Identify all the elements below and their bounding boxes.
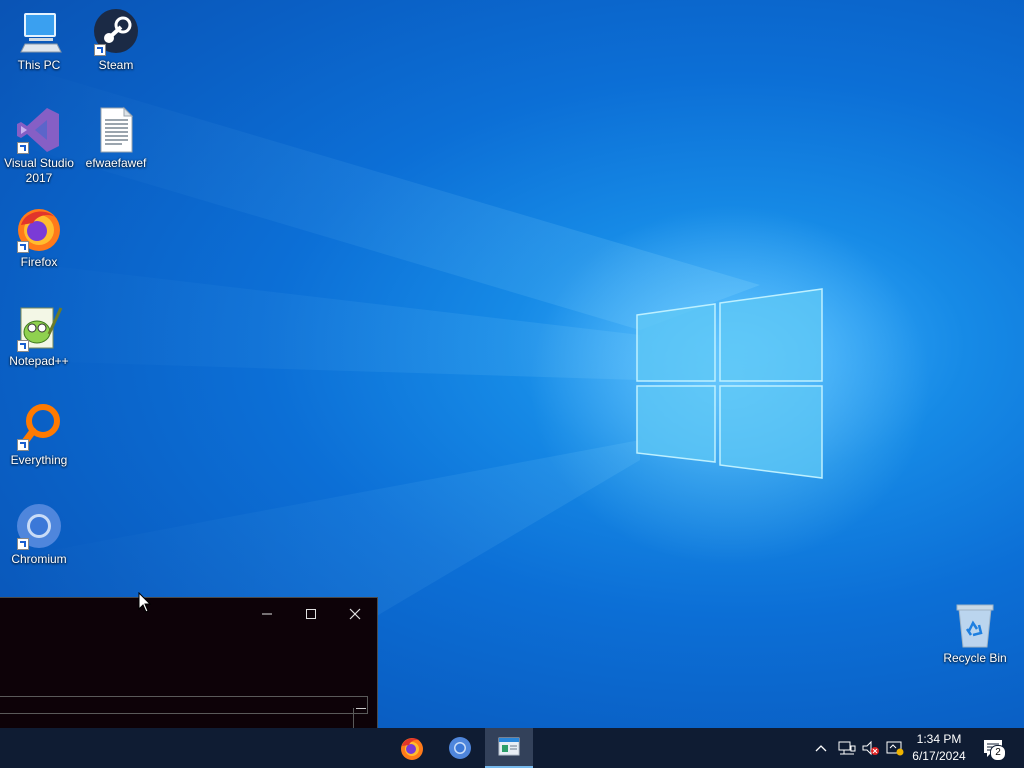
firefox-icon <box>401 738 423 760</box>
desktop-icon-label: efwaefawef <box>85 156 147 170</box>
steam-icon <box>92 8 140 56</box>
mouse-cursor-icon <box>138 592 152 613</box>
shortcut-arrow-icon <box>17 340 29 352</box>
desktop-icon-label: Everything <box>10 453 68 467</box>
desktop-icon-this-pc[interactable]: This PC <box>0 8 78 73</box>
desktop-icon-label: Steam <box>98 58 134 72</box>
volume-muted-icon <box>862 740 879 756</box>
desktop-icon-notepad-plus-plus[interactable]: Notepad++ <box>0 304 78 369</box>
desktop-icon-label: Visual Studio 2017 <box>4 156 74 185</box>
close-button[interactable] <box>333 598 377 630</box>
desktop-icon-firefox[interactable]: Firefox <box>0 205 78 270</box>
desktop-icon-label: Notepad++ <box>9 354 69 368</box>
volume-button[interactable] <box>862 740 880 760</box>
desktop-icon-chromium[interactable]: Chromium <box>0 502 78 567</box>
shortcut-arrow-icon <box>17 538 29 550</box>
desktop-icon-recycle-bin[interactable]: Recycle Bin <box>936 601 1014 666</box>
taskbar-app-window[interactable] <box>485 728 533 768</box>
windows-logo <box>636 288 823 479</box>
desktop-icon-label: This PC <box>17 58 61 72</box>
network-button[interactable] <box>838 740 856 760</box>
chromium-icon <box>15 502 63 550</box>
desktop-icon-label: Chromium <box>11 552 67 566</box>
taskbar-app-firefox[interactable] <box>388 728 436 768</box>
text-file-icon <box>92 106 140 154</box>
shortcut-arrow-icon <box>17 439 29 451</box>
shortcut-arrow-icon <box>94 44 106 56</box>
recycle-bin-icon <box>951 601 999 649</box>
taskbar-app-chromium[interactable] <box>436 728 484 768</box>
minimize-icon <box>262 613 272 615</box>
shortcut-arrow-icon <box>17 142 29 154</box>
notification-count-badge: 2 <box>990 745 1006 761</box>
maximize-icon <box>306 609 316 619</box>
action-center-warning-icon <box>886 741 904 756</box>
desktop-icon-everything[interactable]: Everything <box>0 403 78 468</box>
taskbar: 1:34 PM 6/17/2024 2 <box>0 728 1024 768</box>
desktop-icon-label: Recycle Bin <box>943 651 1007 665</box>
notepad-plus-plus-icon <box>15 304 63 352</box>
desktop-icon-label: Firefox <box>20 255 58 269</box>
clock[interactable]: 1:34 PM 6/17/2024 <box>904 731 974 765</box>
tray-overflow-button[interactable] <box>814 740 828 759</box>
desktop-icon-efwaefawef[interactable]: efwaefawef <box>77 106 155 171</box>
computer-icon <box>15 8 63 56</box>
firefox-icon <box>15 205 63 253</box>
scrollbar-thumb[interactable] <box>356 708 366 709</box>
everything-search-icon <box>15 403 63 451</box>
clock-date: 6/17/2024 <box>912 749 966 763</box>
notifications-button[interactable]: 2 <box>982 738 1006 761</box>
shortcut-arrow-icon <box>17 241 29 253</box>
clock-time: 1:34 PM <box>916 732 962 746</box>
chromium-icon <box>449 737 471 759</box>
close-icon <box>349 608 361 620</box>
visual-studio-icon <box>15 106 63 154</box>
network-icon <box>838 741 856 755</box>
desktop-icon-steam[interactable]: Steam <box>77 8 155 73</box>
window-panel <box>0 696 368 714</box>
maximize-button[interactable] <box>289 598 333 630</box>
window-app-icon <box>498 737 520 756</box>
minimize-button[interactable] <box>245 598 289 630</box>
desktop-icon-visual-studio[interactable]: Visual Studio 2017 <box>0 106 78 186</box>
chevron-up-icon <box>815 745 827 752</box>
security-button[interactable] <box>886 740 904 760</box>
